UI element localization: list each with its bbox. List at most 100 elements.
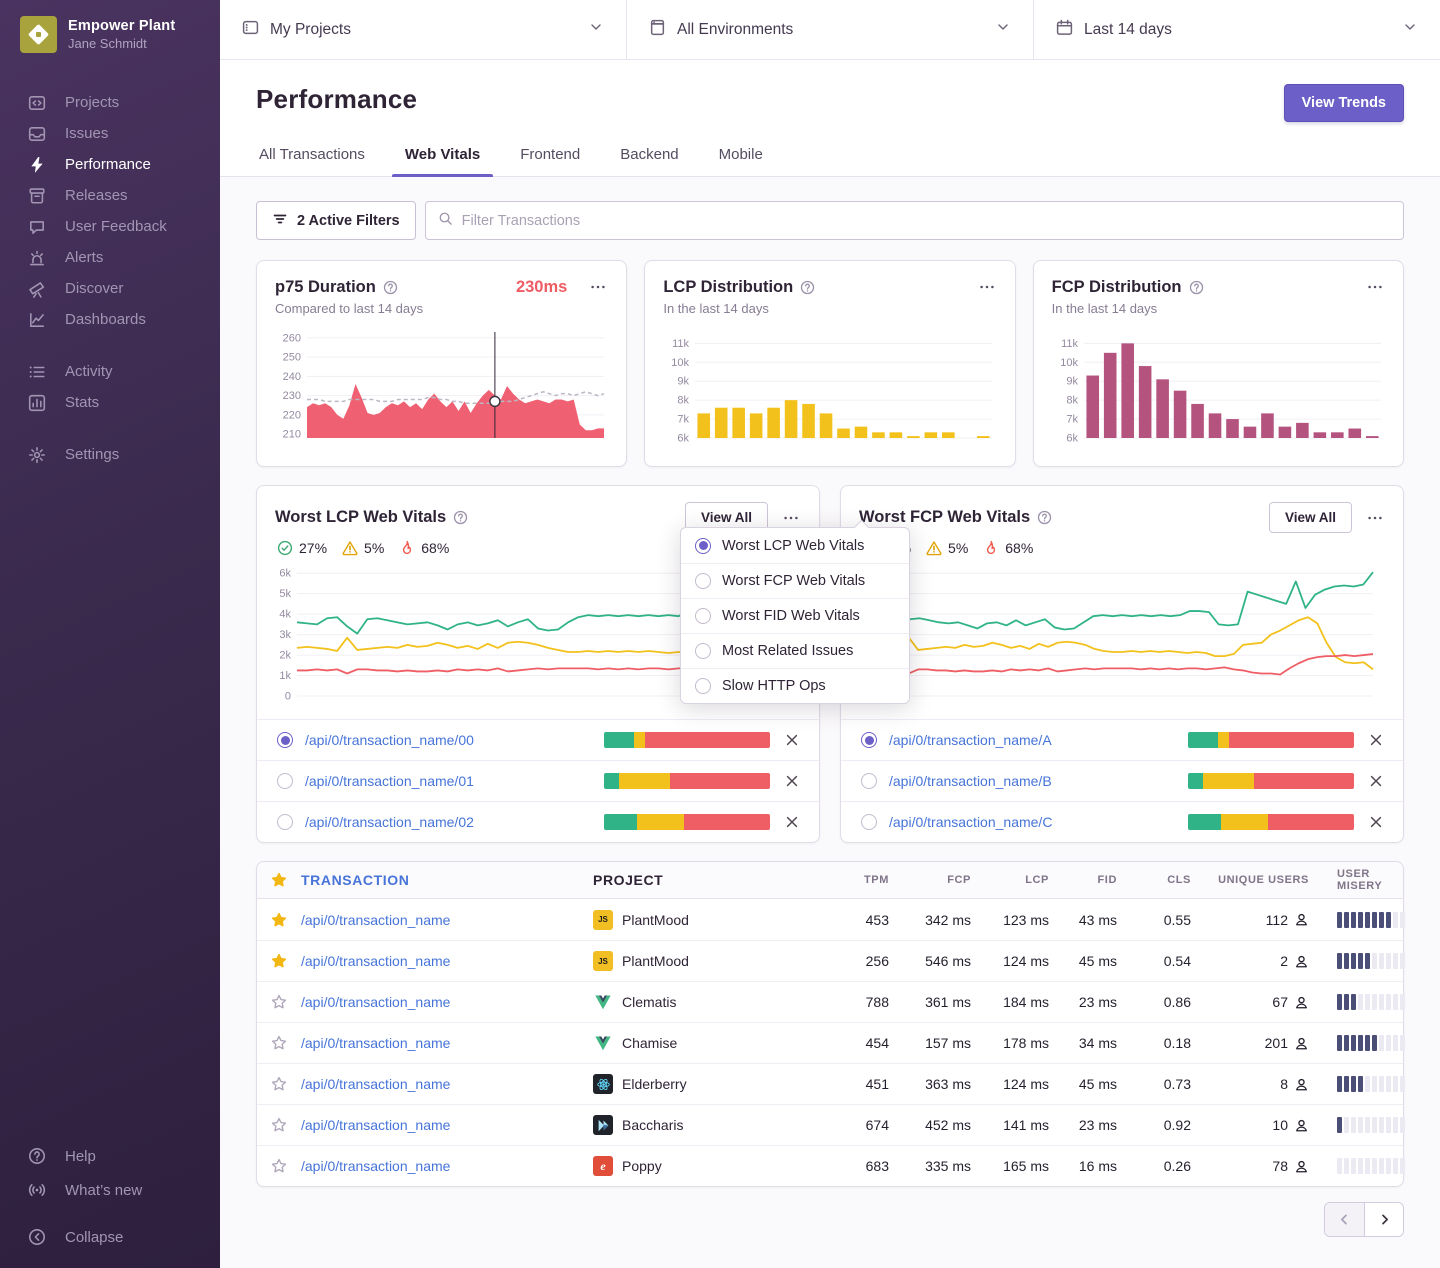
sidebar-item-alerts[interactable]: Alerts	[0, 242, 220, 273]
project-cell: JSPlantMood	[593, 910, 833, 930]
chevron-down-icon	[995, 19, 1011, 40]
sidebar-item-discover[interactable]: Discover	[0, 273, 220, 304]
sidebar-item-activity[interactable]: Activity	[0, 356, 220, 387]
menu-item-worst-fcp-web-vitals[interactable]: Worst FCP Web Vitals	[681, 563, 909, 598]
remove-transaction-button[interactable]	[782, 730, 802, 750]
view-trends-button[interactable]: View Trends	[1284, 84, 1404, 122]
next-page-button[interactable]	[1364, 1203, 1403, 1236]
help-icon	[1037, 510, 1052, 525]
column-header-transaction: Transaction	[301, 872, 593, 888]
transaction-link[interactable]: /api/0/transaction_name/B	[889, 773, 1176, 789]
card-menu-button[interactable]	[781, 508, 801, 528]
fid-value: 45 ms	[1053, 1076, 1121, 1092]
transaction-link[interactable]: /api/0/transaction_name/C	[889, 814, 1176, 830]
page-title: Performance	[256, 84, 417, 115]
view-all-button[interactable]: View All	[1269, 502, 1352, 533]
window-icon	[649, 19, 666, 41]
transaction-radio[interactable]	[861, 773, 877, 789]
org-switcher[interactable]: Empower Plant Jane Schmidt	[0, 0, 220, 53]
active-filters-button[interactable]: 2 Active Filters	[256, 201, 416, 240]
sidebar-item-help[interactable]: Help	[0, 1139, 220, 1173]
user-misery-bar	[1313, 994, 1405, 1010]
remove-transaction-button[interactable]	[782, 771, 802, 791]
remove-transaction-button[interactable]	[782, 812, 802, 832]
menu-item-worst-lcp-web-vitals[interactable]: Worst LCP Web Vitals	[681, 528, 909, 563]
card-menu-button[interactable]	[588, 277, 608, 297]
menu-item-slow-http-ops[interactable]: Slow HTTP Ops	[681, 668, 909, 703]
star-filled-icon[interactable]	[269, 951, 289, 971]
project-filter-dropdown[interactable]: My Projects	[220, 0, 627, 59]
tab-web-vitals[interactable]: Web Vitals	[402, 146, 483, 176]
remove-transaction-button[interactable]	[1366, 812, 1386, 832]
transaction-radio[interactable]	[277, 814, 293, 830]
menu-item-worst-fid-web-vitals[interactable]: Worst FID Web Vitals	[681, 598, 909, 633]
transaction-link[interactable]: /api/0/transaction_name	[301, 1158, 593, 1174]
p75-duration-chart: 260250240230220210	[275, 326, 608, 448]
ellipsis-icon	[1367, 510, 1383, 526]
react-icon	[593, 1074, 613, 1094]
sidebar-item-label: Activity	[65, 363, 113, 380]
transaction-link[interactable]: /api/0/transaction_name	[301, 1117, 593, 1133]
sidebar-item-collapse[interactable]: Collapse	[0, 1220, 220, 1254]
star-outline-icon[interactable]	[269, 1074, 289, 1094]
sidebar-item-releases[interactable]: Releases	[0, 180, 220, 211]
transaction-link[interactable]: /api/0/transaction_name/A	[889, 732, 1176, 748]
card-title: LCP Distribution	[663, 278, 793, 297]
person-icon	[1294, 1077, 1309, 1092]
sidebar-item-issues[interactable]: Issues	[0, 118, 220, 149]
remove-transaction-button[interactable]	[1366, 771, 1386, 791]
search-input[interactable]	[462, 213, 1391, 229]
transaction-link[interactable]: /api/0/transaction_name	[301, 912, 593, 928]
date-range-dropdown[interactable]: Last 14 days	[1034, 0, 1440, 59]
tab-backend[interactable]: Backend	[617, 146, 681, 176]
transaction-radio[interactable]	[861, 814, 877, 830]
vue-icon	[593, 1033, 613, 1053]
transaction-link[interactable]: /api/0/transaction_name/01	[305, 773, 592, 789]
transaction-radio[interactable]	[277, 732, 293, 748]
menu-radio	[695, 538, 711, 554]
star-outline-icon[interactable]	[269, 1033, 289, 1053]
user-misery-bar	[1313, 953, 1405, 969]
star-outline-icon[interactable]	[269, 992, 289, 1012]
fcp-value: 452 ms	[893, 1117, 975, 1133]
p75-duration-card: p75 Duration 230ms Compared to last 14 d…	[256, 260, 627, 467]
sidebar-item-what-s-new[interactable]: What’s new	[0, 1173, 220, 1207]
sidebar-item-projects[interactable]: Projects	[0, 87, 220, 118]
fcp-distribution-chart: 11k10k9k8k7k6k	[1052, 326, 1385, 448]
vitals-distribution-bar	[604, 814, 770, 830]
star-filled-icon[interactable]	[269, 910, 289, 930]
transaction-link[interactable]: /api/0/transaction_name	[301, 1035, 593, 1051]
broadcast-icon	[28, 1181, 46, 1199]
card-menu-button[interactable]	[1365, 277, 1385, 297]
star-outline-icon[interactable]	[269, 1115, 289, 1135]
transaction-radio[interactable]	[277, 773, 293, 789]
remove-transaction-button[interactable]	[1366, 730, 1386, 750]
star-outline-icon[interactable]	[269, 1156, 289, 1176]
tab-all-transactions[interactable]: All Transactions	[256, 146, 368, 176]
transaction-radio[interactable]	[861, 732, 877, 748]
environment-filter-dropdown[interactable]: All Environments	[627, 0, 1034, 59]
transaction-link[interactable]: /api/0/transaction_name	[301, 953, 593, 969]
fid-value: 23 ms	[1053, 1117, 1121, 1133]
transaction-link[interactable]: /api/0/transaction_name/00	[305, 732, 592, 748]
previous-page-button[interactable]	[1325, 1203, 1364, 1236]
sidebar-item-performance[interactable]: Performance	[0, 149, 220, 180]
date-range-label: Last 14 days	[1084, 21, 1391, 39]
sidebar-item-dashboards[interactable]: Dashboards	[0, 304, 220, 335]
lcp-value: 123 ms	[975, 912, 1053, 928]
menu-item-most-related-issues[interactable]: Most Related Issues	[681, 633, 909, 668]
card-menu-button[interactable]	[977, 277, 997, 297]
transaction-link[interactable]: /api/0/transaction_name	[301, 1076, 593, 1092]
meh-segment	[634, 732, 646, 748]
tab-mobile[interactable]: Mobile	[716, 146, 766, 176]
sidebar-item-user-feedback[interactable]: User Feedback	[0, 211, 220, 242]
project-name: PlantMood	[622, 953, 689, 969]
transaction-link[interactable]: /api/0/transaction_name	[301, 994, 593, 1010]
ellipsis-icon	[979, 279, 995, 295]
transaction-link[interactable]: /api/0/transaction_name/02	[305, 814, 592, 830]
sidebar-item-stats[interactable]: Stats	[0, 387, 220, 418]
card-menu-button[interactable]	[1365, 508, 1385, 528]
tab-frontend[interactable]: Frontend	[517, 146, 583, 176]
sidebar-nav: ProjectsIssuesPerformanceReleasesUser Fe…	[0, 87, 220, 470]
sidebar-item-settings[interactable]: Settings	[0, 439, 220, 470]
